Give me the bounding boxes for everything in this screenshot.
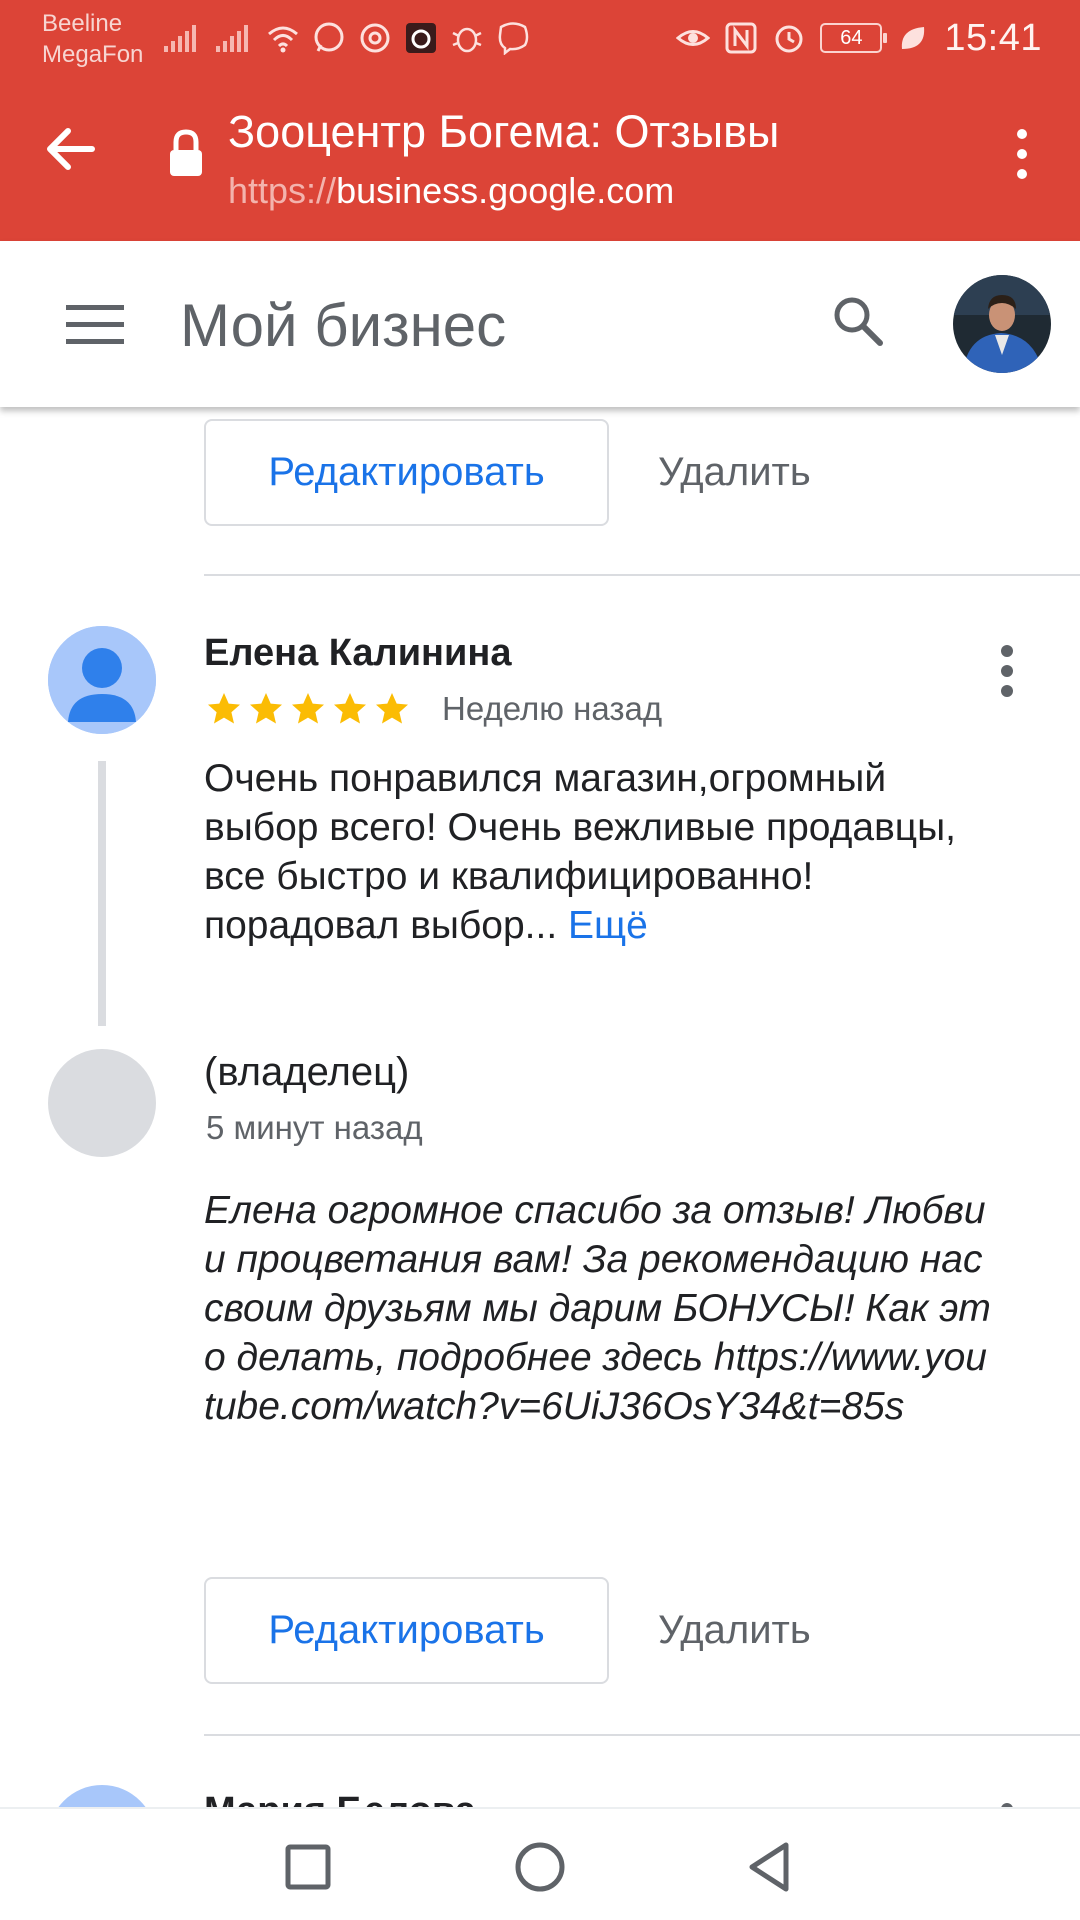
lock-icon xyxy=(170,129,202,176)
nfc-icon xyxy=(725,22,757,54)
wifi-icon xyxy=(268,26,298,53)
review-time: Неделю назад xyxy=(442,690,663,727)
viber-icon xyxy=(498,22,529,55)
star-icon xyxy=(376,693,408,724)
home-icon[interactable] xyxy=(512,1839,568,1895)
star-icon xyxy=(292,693,324,724)
review-text: Очень понравился магазин,огромный выбор … xyxy=(204,754,994,950)
page-url[interactable]: https://business.google.com xyxy=(228,170,674,212)
carrier-1: Beeline xyxy=(42,10,123,37)
divider xyxy=(204,1734,1080,1736)
status-time: 15:41 xyxy=(944,16,1042,59)
navigation-bar xyxy=(0,1807,1080,1920)
bug-icon xyxy=(452,27,482,53)
leaf-icon xyxy=(902,27,925,49)
status-icons-right: 64 15:41 xyxy=(676,16,1042,59)
page-title[interactable]: Зооцентр Богема: Отзывы xyxy=(228,106,779,158)
carrier-2: MegaFon xyxy=(42,41,144,68)
edit-button[interactable]: Редактировать xyxy=(204,1577,609,1684)
app-icon xyxy=(406,23,436,53)
reviewer-name: Мария Белова xyxy=(204,1790,476,1807)
user-avatar[interactable] xyxy=(953,275,1051,373)
app-bar: Мой бизнес xyxy=(0,241,1080,407)
signal-icon xyxy=(216,25,248,52)
reviews-list: Редактировать Удалить Елена Калинина Нед… xyxy=(0,407,1080,1807)
delete-button[interactable]: Удалить xyxy=(658,419,811,526)
at-icon xyxy=(360,23,390,53)
carriers: Beeline MegaFon xyxy=(42,8,143,70)
status-bar: Beeline MegaFon 64 15:41 xyxy=(0,0,1080,80)
url-bar: Зооцентр Богема: Отзывы https://business… xyxy=(0,80,1080,241)
status-icons-left xyxy=(162,18,530,58)
recents-icon[interactable] xyxy=(280,1839,336,1895)
star-icon xyxy=(208,693,240,724)
reviewer-avatar xyxy=(48,1785,156,1807)
reply-time: 5 минут назад xyxy=(206,1109,423,1146)
browser-header: Beeline MegaFon 64 15:41 Зооцентр Богема… xyxy=(0,0,1080,241)
back-icon[interactable] xyxy=(742,1839,798,1895)
reply-text: Елена огромное спасибо за отзыв! Любви и… xyxy=(204,1189,991,1428)
eye-icon xyxy=(676,30,711,46)
more-vert-icon[interactable] xyxy=(996,643,1018,699)
owner-name: (владелец) xyxy=(204,1050,410,1094)
url-host: business.google.com xyxy=(336,170,675,211)
delete-button[interactable]: Удалить xyxy=(658,1577,811,1684)
battery-icon: 64 xyxy=(820,23,888,53)
reviewer-name: Елена Калинина xyxy=(204,632,512,674)
url-scheme: https:// xyxy=(228,170,337,211)
rating-stars xyxy=(206,691,410,727)
more-link[interactable]: Ещё xyxy=(568,904,648,947)
app-title: Мой бизнес xyxy=(180,292,507,359)
whatsapp-icon xyxy=(314,22,344,52)
divider xyxy=(204,574,1080,576)
menu-icon[interactable] xyxy=(66,303,124,345)
signal-icon xyxy=(164,25,196,52)
more-vert-icon[interactable] xyxy=(1010,124,1034,184)
search-icon[interactable] xyxy=(826,289,890,353)
thread-line xyxy=(98,761,106,1026)
edit-button[interactable]: Редактировать xyxy=(204,419,609,526)
owner-avatar xyxy=(48,1049,156,1157)
reviewer-avatar xyxy=(48,626,156,734)
alarm-icon xyxy=(775,25,803,53)
star-icon xyxy=(250,693,282,724)
star-icon xyxy=(334,693,366,724)
back-arrow-icon[interactable] xyxy=(40,118,102,180)
